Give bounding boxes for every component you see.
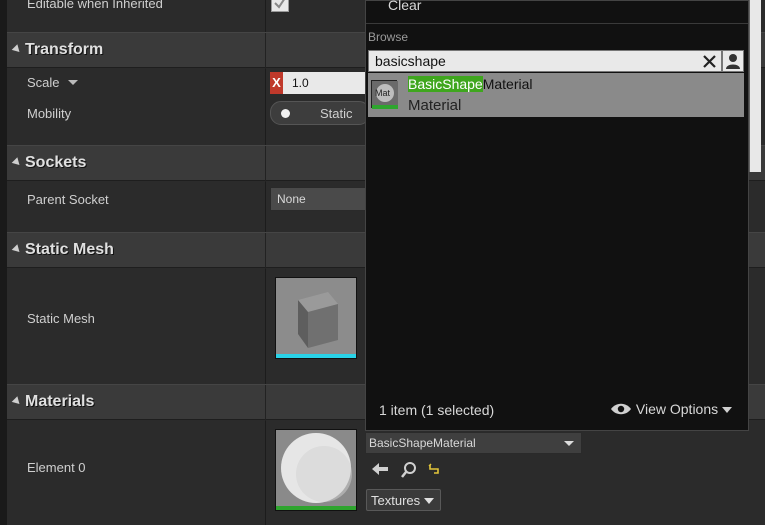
editable-inherited-label: Editable when Inherited (27, 0, 163, 11)
scale-x-badge: X (270, 72, 283, 94)
collapse-triangle-icon (11, 244, 23, 255)
asset-type: Material (408, 97, 462, 114)
section-title: Static Mesh (25, 241, 114, 258)
asset-picker-popup: Clear Browse basicshape Mat BasicShapeMa… (365, 0, 749, 431)
collapse-triangle-icon (11, 396, 23, 407)
scrollbar[interactable] (749, 0, 761, 172)
chevron-down-icon (564, 441, 574, 446)
search-input[interactable]: basicshape (368, 50, 722, 72)
asset-name: BasicShapeMaterial (408, 76, 533, 92)
section-title: Sockets (25, 154, 87, 171)
static-mesh-label: Static Mesh (27, 311, 95, 326)
textures-button[interactable]: Textures (366, 489, 441, 511)
browse-asset-button[interactable] (400, 461, 418, 479)
editable-inherited-checkbox[interactable] (271, 0, 289, 12)
asset-name-match: BasicShape (408, 76, 483, 92)
material-thumbnail[interactable] (275, 429, 357, 511)
back-arrow-icon (372, 463, 388, 475)
mobility-selector[interactable]: Static (270, 101, 370, 125)
search-input-text: basicshape (375, 53, 446, 69)
radio-dot-icon (281, 109, 290, 118)
clear-x-icon[interactable] (702, 54, 717, 69)
mobility-static-option[interactable]: Static (320, 106, 353, 121)
magnifier-icon (401, 462, 416, 478)
status-count: 1 item (1 selected) (379, 402, 495, 418)
parent-socket-label: Parent Socket (27, 192, 109, 207)
element0-material-value: BasicShapeMaterial (369, 436, 476, 450)
separator (366, 23, 748, 24)
chevron-down-icon (424, 498, 434, 504)
asset-name-rest: Material (482, 76, 533, 92)
scale-label-text: Scale (27, 75, 60, 90)
chevron-down-icon (68, 80, 79, 85)
view-options-label: View Options (635, 401, 719, 417)
asset-result-row[interactable]: Mat BasicShapeMaterial Material (368, 73, 744, 117)
collapse-triangle-icon (11, 157, 23, 168)
element0-label: Element 0 (27, 460, 86, 475)
scale-label[interactable]: Scale (27, 75, 79, 90)
material-asset-icon: Mat (371, 80, 398, 109)
browse-heading: Browse (368, 30, 409, 44)
clear-menu-item[interactable]: Clear (388, 0, 421, 13)
reset-to-default-button[interactable] (428, 462, 440, 474)
cube-mesh-icon (276, 278, 356, 358)
element0-material-dropdown[interactable]: BasicShapeMaterial (365, 432, 582, 454)
mobility-label: Mobility (27, 106, 72, 121)
sphere-material-icon (276, 430, 356, 510)
material-thumb-label: Mat (375, 88, 391, 98)
textures-button-label: Textures (371, 493, 421, 508)
use-selected-button[interactable] (371, 461, 389, 477)
reset-arrow-icon (428, 463, 439, 474)
checkmark-icon (274, 0, 285, 9)
chevron-down-icon (722, 407, 733, 413)
section-title: Transform (25, 41, 104, 58)
scale-x-input[interactable]: 1.0 (283, 72, 365, 94)
parent-socket-field[interactable]: None (270, 187, 368, 211)
filter-user-button[interactable] (722, 50, 744, 72)
view-options-button[interactable]: View Options (610, 401, 733, 417)
section-title: Materials (25, 393, 95, 410)
static-mesh-thumbnail[interactable] (275, 277, 357, 359)
person-icon (726, 54, 740, 69)
eye-icon (611, 403, 631, 415)
collapse-triangle-icon (11, 44, 23, 55)
